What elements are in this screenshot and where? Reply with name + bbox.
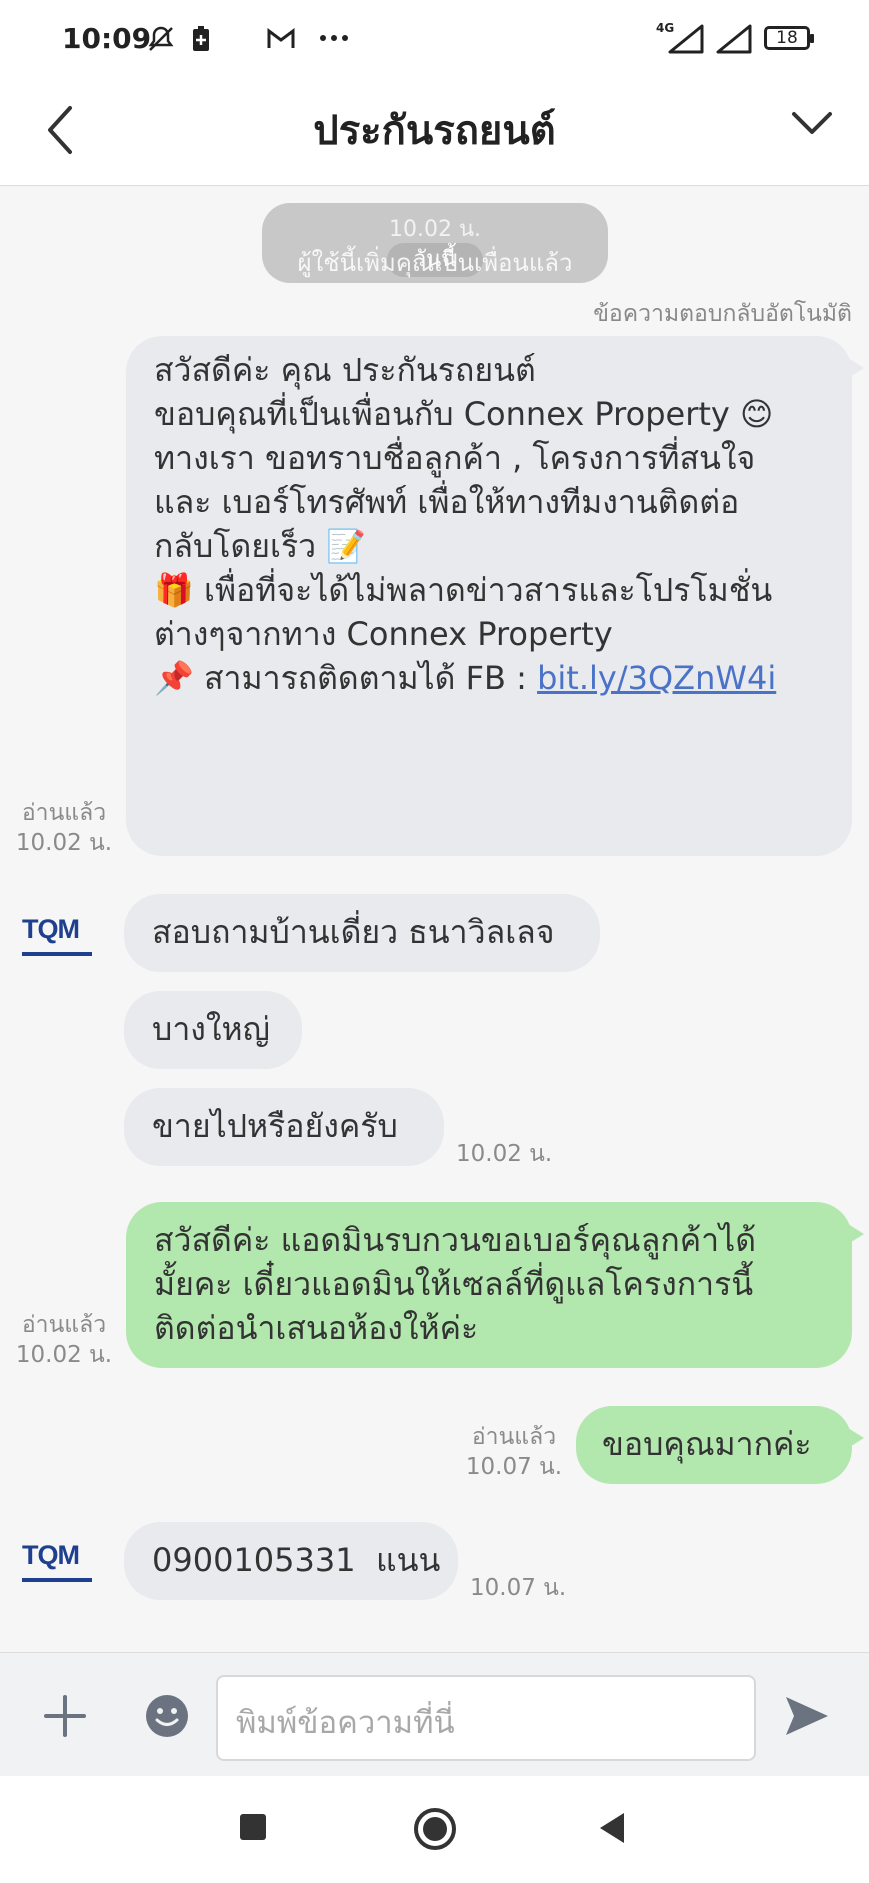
home-button[interactable] [412, 1806, 458, 1852]
message-line: มั้ยคะ เดี๋ยวแอดมินให้เซลล์ที่ดูแลโครงกา… [154, 1265, 754, 1303]
avatar[interactable]: TQM [22, 914, 94, 956]
message-input[interactable]: พิมพ์ข้อความที่นี่ [216, 1675, 756, 1761]
message-text: บางใหญ่ [152, 1010, 270, 1048]
message-line: ติดต่อนำเสนอห้องให้ค่ะ [154, 1309, 479, 1347]
system-navigation-bar [0, 1776, 869, 1883]
avatar-label: TQM [22, 914, 80, 944]
message-text: 0900105331 แนน [152, 1541, 441, 1579]
message-status: อ่านแล้ว 10.02 น. [12, 798, 116, 858]
avatar-label: TQM [22, 1540, 80, 1570]
message-bubble-incoming[interactable]: ขายไปหรือยังครับ [124, 1088, 444, 1166]
message-line: 🎁 เพื่อที่จะได้ไม่พลาดข่าวสารและโปรโมชั่… [154, 571, 773, 609]
system-notice-text: ผู้ใช้นี้เพิ่มคุณเป็นเพื่อนแล้ว [297, 249, 573, 277]
message-line: และ เบอร์โทรศัพท์ เพื่อให้ทางทีมงานติดต่… [154, 483, 740, 521]
recent-apps-button[interactable] [238, 1812, 270, 1844]
message-bubble-outgoing[interactable]: สวัสดีค่ะ คุณ ประกันรถยนต์ ขอบคุณที่เป็น… [126, 336, 864, 856]
chat-title: ประกันรถยนต์ [313, 108, 556, 154]
status-time: 10:09 [62, 22, 152, 55]
emoji-icon[interactable] [144, 1693, 190, 1739]
message-line: สวัสดีค่ะ แอดมินรบกวนขอเบอร์คุณลูกค้าได้ [154, 1221, 756, 1259]
message-line: ต่างๆจากทาง Connex Property [154, 615, 613, 653]
chevron-down-icon[interactable] [784, 98, 840, 154]
mute-notification-icon [148, 26, 174, 51]
avatar-logo-underline [22, 952, 92, 956]
message-bubble-incoming[interactable]: บางใหญ่ [124, 991, 302, 1069]
message-line-link-row: 📌 สามารถติดตามได้ FB : bit.ly/3QZnW4i [154, 656, 824, 700]
status-bar: 10:09 4G 18 [0, 0, 869, 78]
facebook-link[interactable]: bit.ly/3QZnW4i [537, 659, 776, 697]
read-receipt: อ่านแล้ว [21, 1312, 107, 1338]
chat-messages[interactable]: 10.02 น. วันนี้ ผู้ใช้นี้เพิ่มคุณเป็นเพื… [0, 186, 869, 1652]
read-receipt: อ่านแล้ว [21, 800, 107, 826]
message-status: อ่านแล้ว 10.02 น. [12, 1310, 116, 1370]
chat-header: ประกันรถยนต์ [0, 78, 869, 186]
message-bubble-incoming[interactable]: สอบถามบ้านเดี่ยว ธนาวิลเลจ [124, 894, 600, 972]
message-line-prefix: 📌 สามารถติดตามได้ FB : [154, 659, 538, 697]
read-receipt: อ่านแล้ว [471, 1424, 557, 1450]
message-time: 10.02 น. [15, 830, 113, 856]
back-button[interactable] [596, 1810, 628, 1846]
gmail-icon [267, 28, 295, 48]
message-line: ทางเรา ขอทราบชื่อลูกค้า , โครงการที่สนใจ [154, 439, 756, 477]
message-text: ขายไปหรือยังครับ [152, 1107, 398, 1145]
message-time: 10.07 น. [470, 1575, 567, 1601]
system-notice-time: 10.02 น. [388, 217, 481, 242]
signal-icon [668, 24, 704, 54]
message-time: 10.02 น. [456, 1141, 553, 1167]
message-line: สวัสดีค่ะ คุณ ประกันรถยนต์ [154, 351, 536, 389]
signal-icon-sim2 [716, 24, 752, 54]
message-bubble-outgoing[interactable]: สวัสดีค่ะ แอดมินรบกวนขอเบอร์คุณลูกค้าได้… [126, 1202, 864, 1368]
battery-saver-icon [193, 26, 209, 51]
message-line: ขอบคุณที่เป็นเพื่อนกับ Connex Property 😊 [154, 395, 774, 433]
system-notice: 10.02 น. วันนี้ ผู้ใช้นี้เพิ่มคุณเป็นเพื… [262, 203, 608, 283]
message-input-bar: พิมพ์ข้อความที่นี่ [0, 1652, 869, 1776]
avatar-logo-underline [22, 1578, 92, 1582]
more-notifications-icon [320, 35, 348, 41]
message-status: อ่านแล้ว 10.07 น. [462, 1422, 566, 1482]
plus-icon[interactable] [42, 1693, 88, 1739]
send-icon[interactable] [782, 1691, 832, 1741]
message-bubble-outgoing[interactable]: ขอบคุณมากค่ะ [576, 1406, 864, 1484]
message-text: สอบถามบ้านเดี่ยว ธนาวิลเลจ [152, 913, 555, 951]
message-time: 10.07 น. [465, 1454, 563, 1480]
message-time: 10.02 น. [15, 1342, 113, 1368]
message-line: กลับโดยเร็ว 📝 [154, 527, 367, 565]
message-bubble-incoming[interactable]: 0900105331 แนน [124, 1522, 458, 1600]
message-text: ขอบคุณมากค่ะ [602, 1425, 812, 1463]
battery-indicator: 18 [764, 26, 814, 50]
avatar[interactable]: TQM [22, 1540, 94, 1582]
auto-reply-label: ข้อความตอบกลับอัตโนมัติ [593, 301, 852, 327]
